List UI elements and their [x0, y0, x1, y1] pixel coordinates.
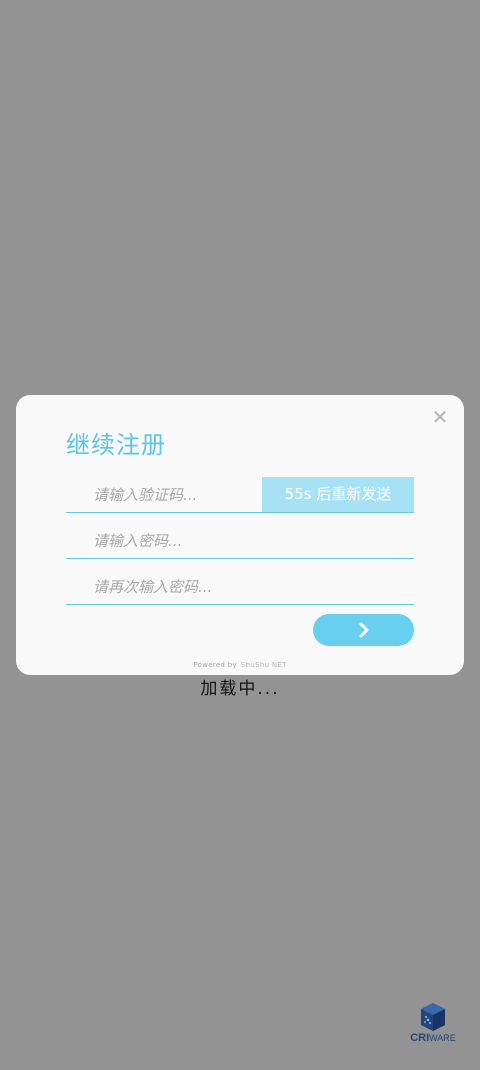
password-field [66, 523, 414, 559]
verify-code-field: 55s 后重新发送 [66, 477, 414, 513]
logo-text: CRIWARE [410, 1032, 456, 1044]
password-confirm-field [66, 569, 414, 605]
password-input[interactable] [66, 523, 386, 558]
dialog-title: 继续注册 [66, 431, 166, 459]
criware-logo: CRIWARE [405, 1001, 461, 1047]
powered-by-label: Powered by [193, 661, 237, 669]
register-dialog: ✕ 继续注册 55s 后重新发送 Powered byShuShu NET [16, 395, 464, 675]
loading-text: 加载中... [200, 679, 280, 699]
powered-by-brand: ShuShu NET [240, 661, 287, 669]
powered-by: Powered by ShuShu NET [16, 661, 464, 669]
password-confirm-input[interactable] [66, 569, 386, 604]
resend-code-button[interactable]: 55s 后重新发送 [262, 477, 414, 512]
verify-code-input[interactable] [66, 477, 262, 512]
cube-icon [421, 1003, 445, 1031]
close-icon[interactable]: ✕ [430, 407, 450, 427]
next-button[interactable] [313, 614, 414, 646]
chevron-right-icon [359, 622, 369, 638]
